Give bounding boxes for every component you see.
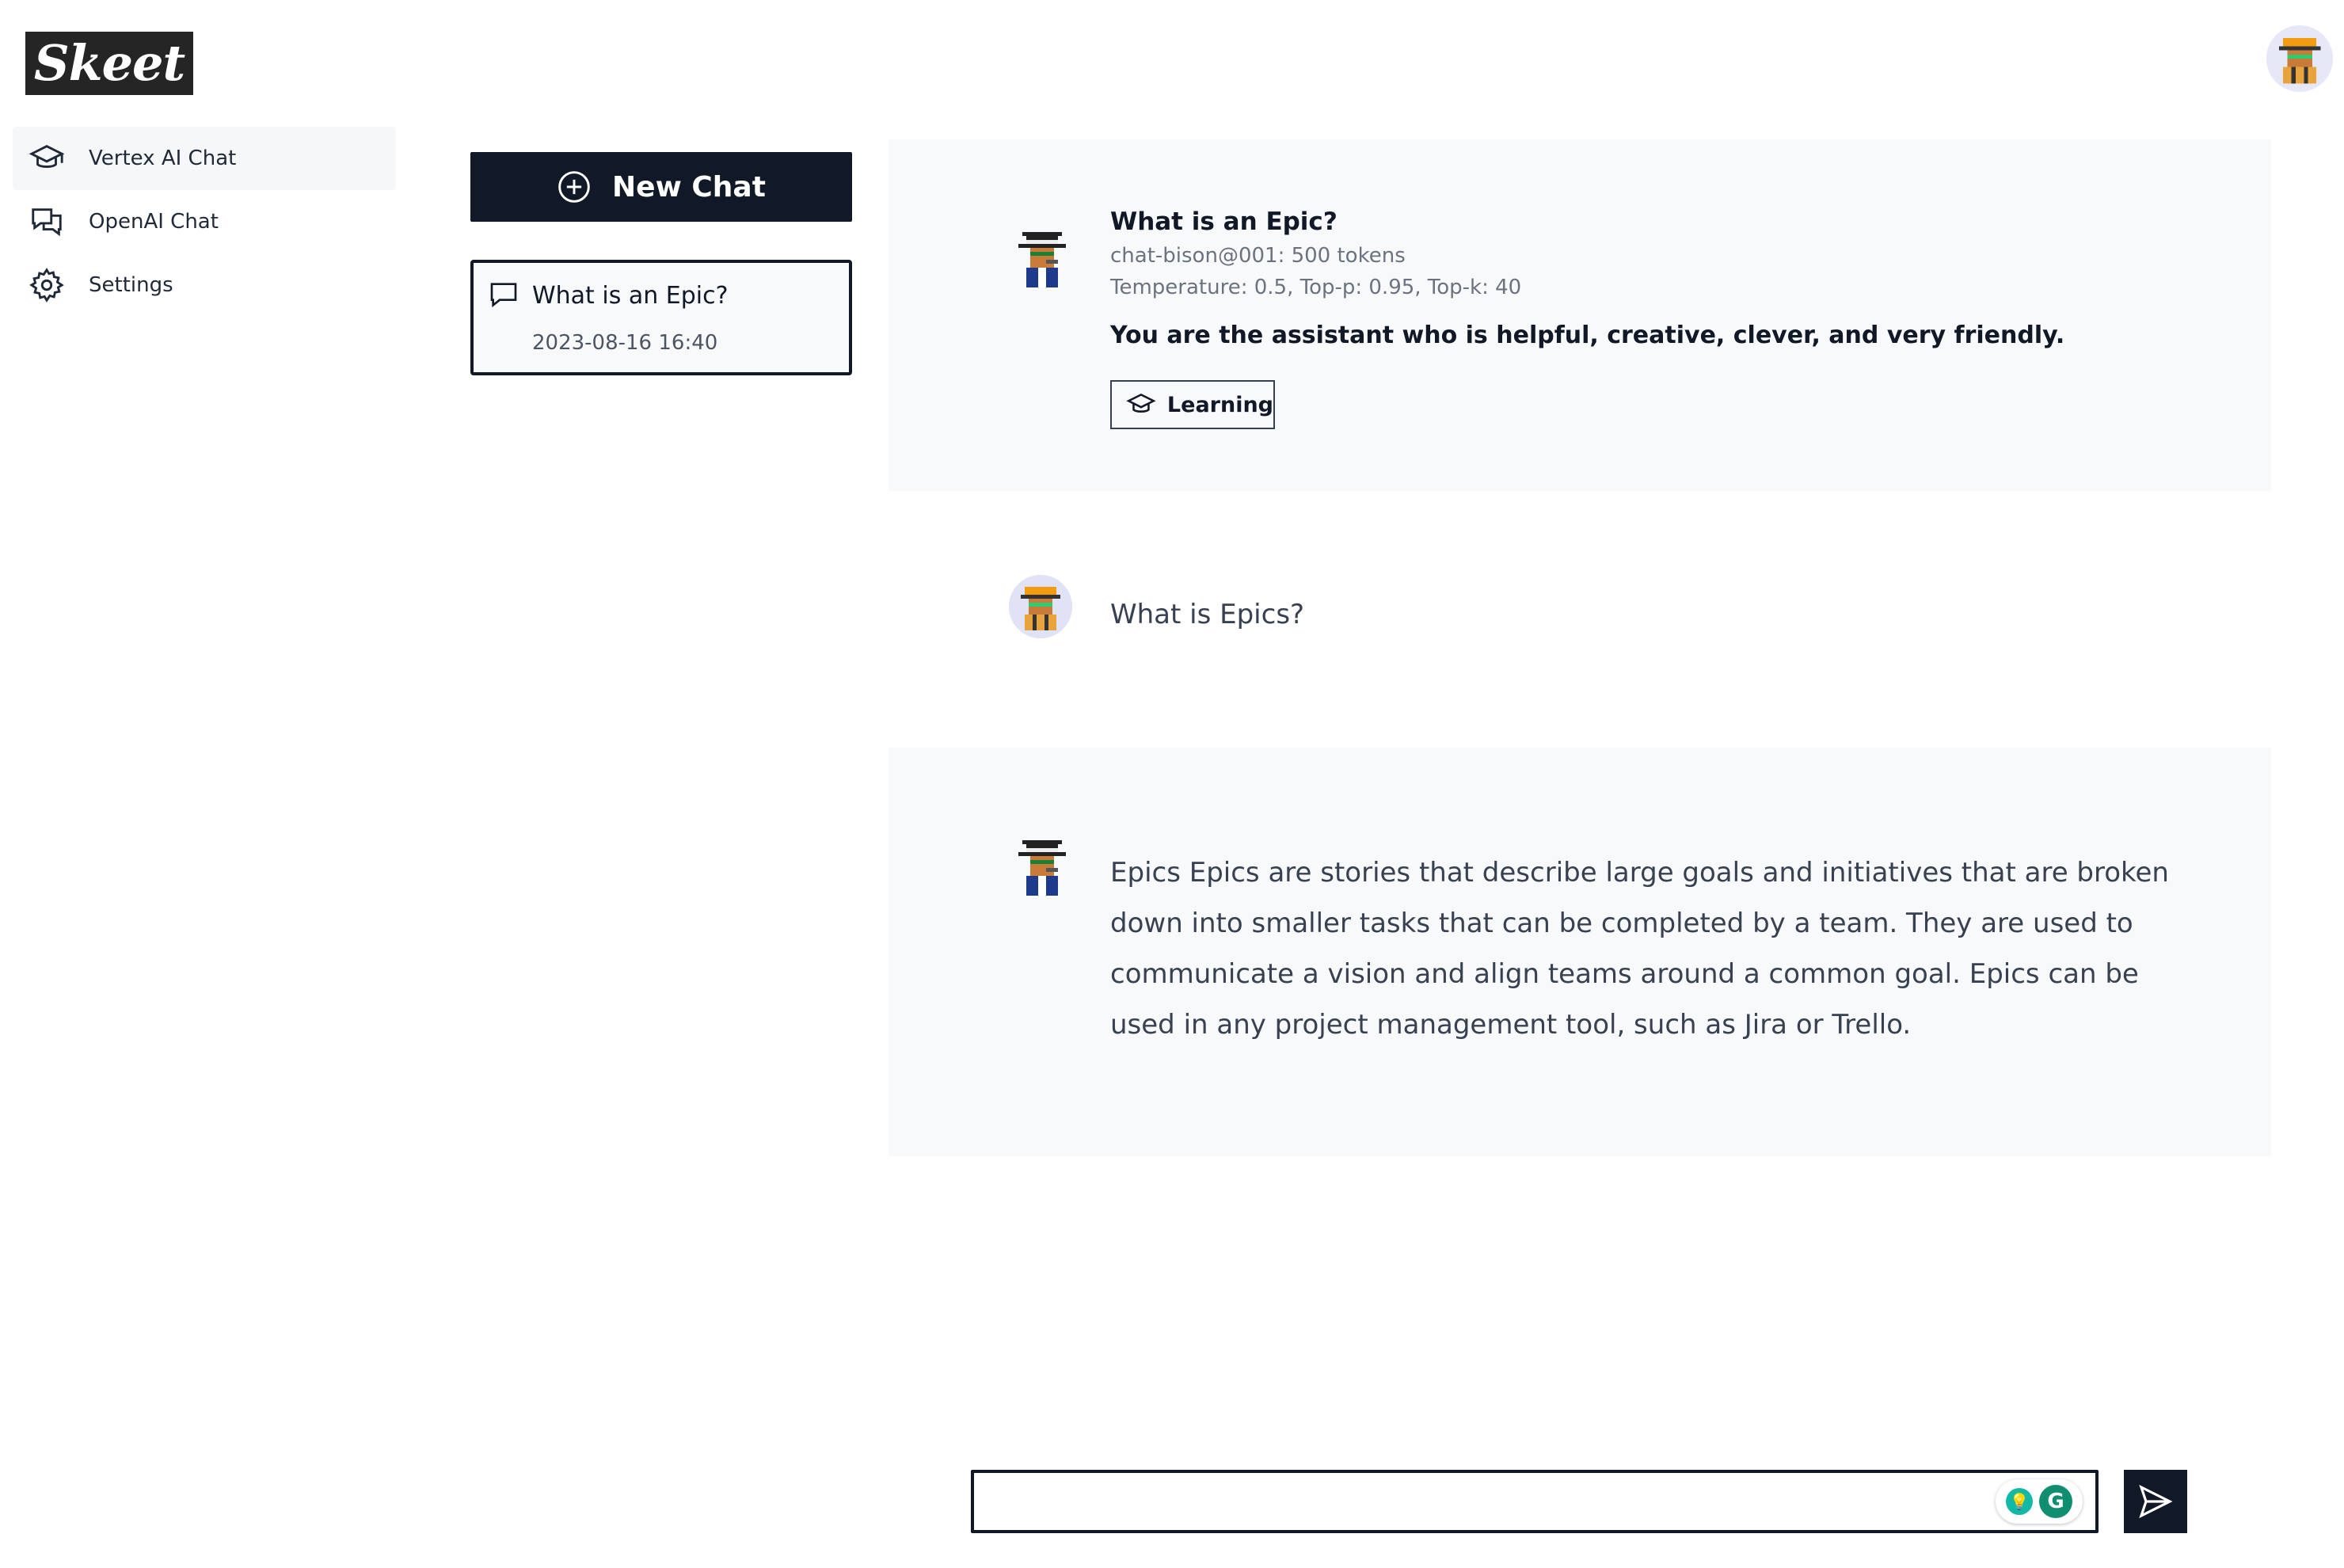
pixel-avatar-icon xyxy=(1009,575,1072,638)
grammarly-widget[interactable]: 💡 G xyxy=(1996,1479,2083,1524)
pixel-avatar-icon xyxy=(1018,232,1066,287)
sidebar-item-vertex-ai-chat[interactable]: Vertex AI Chat xyxy=(13,127,396,190)
chat-bubbles-icon xyxy=(32,208,62,237)
sidebar-item-label: Vertex AI Chat xyxy=(89,147,237,170)
system-message-panel xyxy=(889,139,2271,491)
send-icon xyxy=(2139,1484,2173,1519)
graduation-cap-icon xyxy=(29,145,65,168)
graduation-cap-icon xyxy=(1126,393,1156,413)
user-avatar xyxy=(1009,575,1072,638)
chat-bubble-icon xyxy=(490,283,517,308)
system-prompt: You are the assistant who is helpful, cr… xyxy=(1110,322,2065,349)
chat-history-title: What is an Epic? xyxy=(532,282,729,310)
user-message: What is Epics? xyxy=(1110,599,1305,630)
pixel-avatar-icon xyxy=(2266,25,2333,92)
gear-icon xyxy=(29,268,64,303)
message-input[interactable] xyxy=(974,1473,2095,1530)
new-chat-button[interactable]: New Chat xyxy=(470,152,852,222)
model-parameters: Temperature: 0.5, Top-p: 0.95, Top-k: 40 xyxy=(1110,276,1522,299)
send-button[interactable] xyxy=(2124,1470,2187,1533)
sidebar-item-settings[interactable]: Settings xyxy=(13,253,396,317)
sidebar-item-openai-chat[interactable]: OpenAI Chat xyxy=(13,190,396,253)
pixel-avatar-icon xyxy=(1018,840,1066,896)
grammarly-icon: G xyxy=(2039,1485,2072,1518)
user-avatar[interactable] xyxy=(2266,25,2333,92)
assistant-message: Epics Epics are stories that describe la… xyxy=(1110,857,2169,1041)
sidebar-item-label: Settings xyxy=(89,273,173,297)
learning-tag: Learning xyxy=(1110,380,1275,429)
chat-history-item[interactable]: What is an Epic? 2023-08-16 16:40 xyxy=(470,260,852,375)
lightbulb-icon: 💡 xyxy=(2006,1488,2033,1515)
tag-label: Learning xyxy=(1166,392,1273,417)
plus-circle-icon xyxy=(558,171,590,203)
app-logo[interactable]: Skeet xyxy=(25,32,193,95)
assistant-avatar xyxy=(1010,228,1074,291)
assistant-avatar xyxy=(1010,836,1074,900)
chat-history-date: 2023-08-16 16:40 xyxy=(532,331,718,355)
model-info: chat-bison@001: 500 tokens xyxy=(1110,244,1406,268)
sidebar-item-label: OpenAI Chat xyxy=(89,210,219,234)
system-title: What is an Epic? xyxy=(1110,207,1338,236)
new-chat-label: New Chat xyxy=(612,170,766,204)
message-input-box[interactable]: 💡 G xyxy=(971,1470,2099,1533)
